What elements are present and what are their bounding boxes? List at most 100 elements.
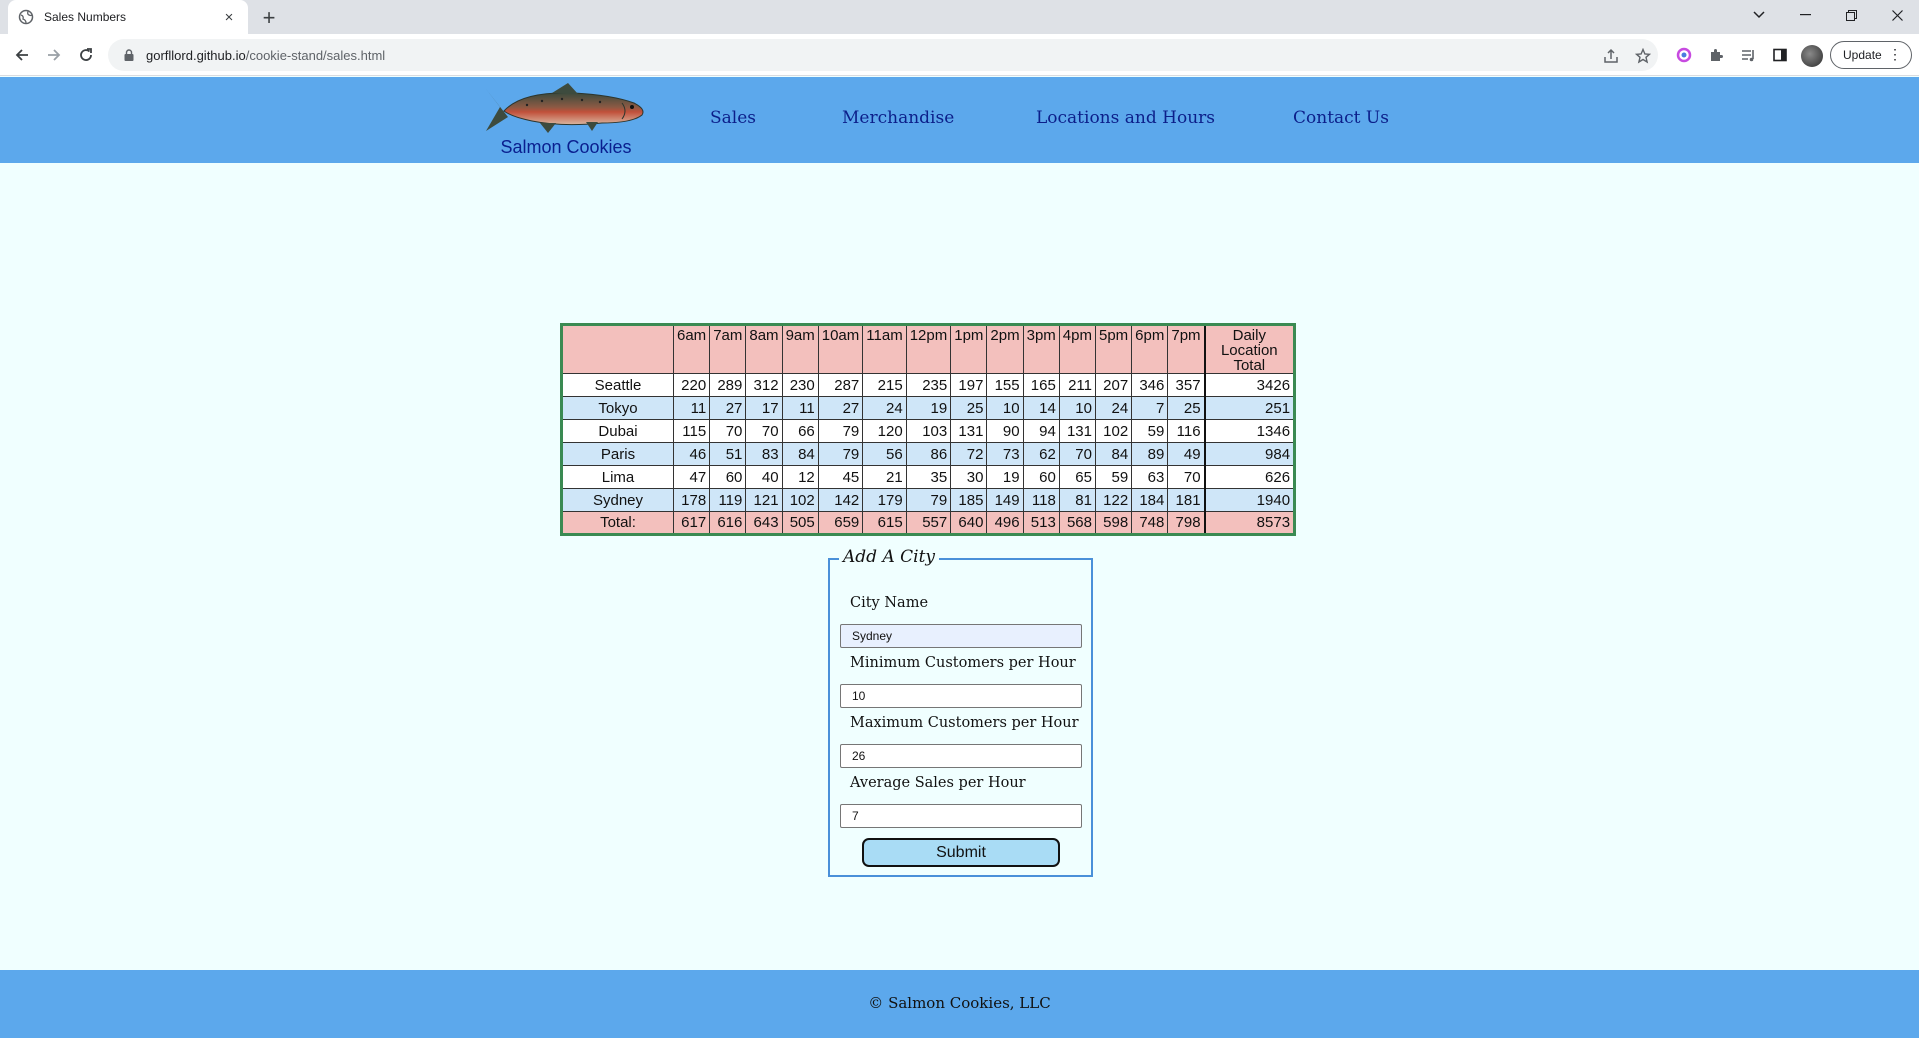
table-cell: 220 — [672, 373, 711, 397]
tab-title: Sales Numbers — [44, 10, 127, 24]
form-legend: Add A City — [839, 547, 940, 567]
restore-icon[interactable] — [1828, 0, 1874, 30]
min-customers-input[interactable] — [840, 684, 1082, 708]
close-window-icon[interactable] — [1874, 0, 1919, 30]
table-cell: 19 — [905, 396, 952, 420]
salmon-fish-icon — [486, 83, 644, 133]
avg-sales-input[interactable] — [840, 804, 1082, 828]
table-cell: 63 — [1131, 465, 1169, 489]
menu-dots-icon[interactable]: ⋮ — [1888, 47, 1902, 61]
close-tab-icon[interactable]: × — [220, 8, 238, 26]
new-tab-button[interactable]: + — [256, 5, 282, 31]
table-cell: 235 — [905, 373, 952, 397]
update-button[interactable]: Update ⋮ — [1830, 41, 1912, 69]
table-cell: 60 — [1022, 465, 1060, 489]
table-city-cell: Seattle — [561, 373, 674, 397]
profile-avatar[interactable] — [1801, 45, 1823, 67]
max-customers-input[interactable] — [840, 744, 1082, 768]
minimize-icon[interactable] — [1782, 0, 1828, 30]
table-row: Sydney 178 119 121 102 142 179 79 185 149 118 81 122… — [561, 488, 1296, 512]
forward-arrow-icon[interactable] — [40, 41, 68, 69]
table-cell: 27 — [817, 396, 864, 420]
table-cell: 49 — [1167, 442, 1206, 466]
table-cell: 116 — [1167, 419, 1206, 443]
table-row-total-cell: 3426 — [1203, 373, 1296, 397]
table-cell: 84 — [1094, 442, 1133, 466]
table-totals-row: Total: 617 616 643 505 659 615 557 640 496 513 568… — [561, 511, 1296, 535]
back-arrow-icon[interactable] — [8, 41, 36, 69]
table-header-hour-9am: 9am — [781, 324, 819, 374]
table-header-hour-8am: 8am — [745, 324, 783, 374]
nav-link-locations-and-hours[interactable]: Locations and Hours — [1036, 108, 1215, 128]
bookmark-star-icon[interactable] — [1634, 47, 1652, 65]
table-city-cell: Tokyo — [561, 396, 674, 420]
table-hour-total-cell: 505 — [781, 511, 819, 535]
table-header-hour-7pm: 7pm — [1167, 324, 1206, 374]
table-hour-total-cell: 568 — [1058, 511, 1096, 535]
table-cell: 11 — [781, 396, 819, 420]
table-header-hour-3pm: 3pm — [1022, 324, 1060, 374]
update-label: Update — [1843, 48, 1882, 62]
table-cell: 120 — [862, 419, 907, 443]
table-cell: 102 — [781, 488, 819, 512]
table-cell: 24 — [862, 396, 907, 420]
table-cell: 25 — [1167, 396, 1206, 420]
table-cell: 40 — [745, 465, 783, 489]
reload-icon[interactable] — [72, 41, 100, 69]
table-cell: 131 — [950, 419, 988, 443]
city-name-input[interactable] — [840, 624, 1082, 648]
table-hour-total-cell: 557 — [905, 511, 952, 535]
submit-button[interactable]: Submit — [862, 838, 1060, 867]
table-grand-total-cell: 8573 — [1203, 511, 1296, 535]
table-hour-total-cell: 513 — [1022, 511, 1060, 535]
table-cell: 155 — [986, 373, 1024, 397]
site-logo[interactable]: Salmon Cookies — [482, 81, 650, 163]
table-cell: 102 — [1094, 419, 1133, 443]
nav-link-sales[interactable]: Sales — [710, 108, 756, 128]
table-cell: 24 — [1094, 396, 1133, 420]
side-panel-icon[interactable] — [1770, 45, 1790, 65]
extension-color-icon[interactable] — [1674, 45, 1694, 65]
globe-icon — [18, 9, 34, 25]
table-row: Lima 47 60 40 12 45 21 35 30 19 60 65 59 63 70 626 — [561, 465, 1296, 489]
extensions-puzzle-icon[interactable] — [1706, 45, 1726, 65]
table-row-total-cell: 1940 — [1203, 488, 1296, 512]
table-header-hour-1pm: 1pm — [950, 324, 988, 374]
table-cell: 59 — [1131, 419, 1169, 443]
browser-tab[interactable]: Sales Numbers × — [8, 0, 248, 34]
nav-link-merchandise[interactable]: Merchandise — [842, 108, 954, 128]
table-cell: 179 — [862, 488, 907, 512]
table-cell: 59 — [1094, 465, 1133, 489]
table-cell: 25 — [950, 396, 988, 420]
table-cell: 165 — [1022, 373, 1060, 397]
table-header-hour-10am: 10am — [817, 324, 864, 374]
table-hour-total-cell: 615 — [862, 511, 907, 535]
table-cell: 70 — [709, 419, 747, 443]
table-header-hour-6pm: 6pm — [1131, 324, 1169, 374]
table-hour-total-cell: 640 — [950, 511, 988, 535]
table-city-cell: Paris — [561, 442, 674, 466]
table-cell: 215 — [862, 373, 907, 397]
table-cell: 30 — [950, 465, 988, 489]
city-name-label: City Name — [850, 595, 929, 611]
tab-search-icon[interactable] — [1736, 0, 1782, 30]
reading-list-icon[interactable] — [1738, 45, 1758, 65]
table-cell: 7 — [1131, 396, 1169, 420]
table-cell: 81 — [1058, 488, 1096, 512]
table-cell: 90 — [986, 419, 1024, 443]
address-bar[interactable]: gorfllord.github.io/cookie-stand/sales.h… — [108, 39, 1658, 71]
table-cell: 46 — [672, 442, 711, 466]
table-cell: 149 — [986, 488, 1024, 512]
table-cell: 47 — [672, 465, 711, 489]
table-cell: 65 — [1058, 465, 1096, 489]
table-cell: 312 — [745, 373, 783, 397]
table-city-cell: Sydney — [561, 488, 674, 512]
table-cell: 14 — [1022, 396, 1060, 420]
table-cell: 10 — [1058, 396, 1096, 420]
nav-link-contact-us[interactable]: Contact Us — [1293, 108, 1389, 128]
table-cell: 122 — [1094, 488, 1133, 512]
share-icon[interactable] — [1602, 47, 1620, 65]
table-cell: 79 — [817, 419, 864, 443]
table-header-hour-6am: 6am — [672, 324, 711, 374]
lock-icon — [122, 48, 136, 62]
